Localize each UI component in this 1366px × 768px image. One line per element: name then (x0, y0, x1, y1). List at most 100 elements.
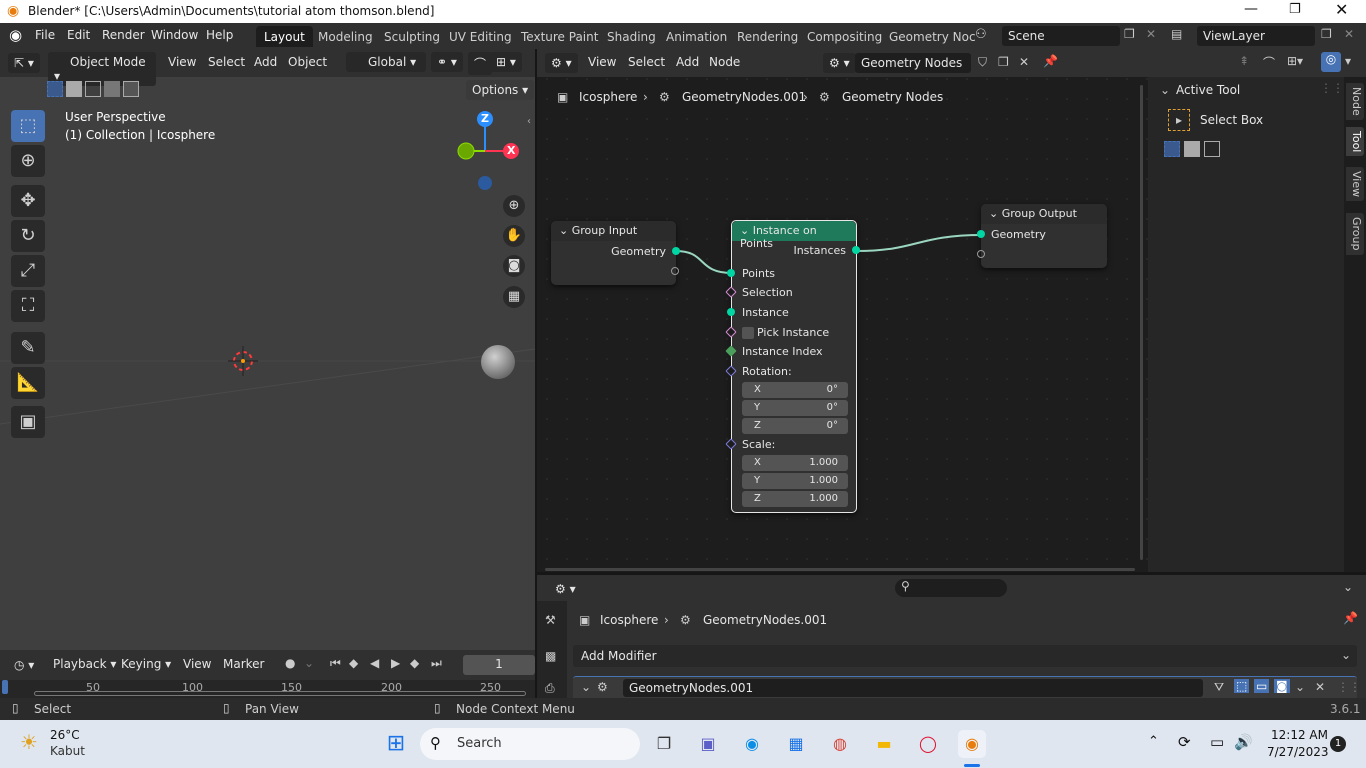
scene-name-field[interactable]: Scene (1002, 26, 1120, 46)
tab-geometry-nodes[interactable]: Geometry Noc (881, 26, 984, 47)
add-modifier-dropdown[interactable]: Add Modifier ⌄ (573, 645, 1357, 667)
tool-rotate[interactable]: ↻ (11, 220, 45, 252)
marker-menu[interactable]: Marker (223, 657, 264, 671)
viewlayer-icon[interactable]: ▤ (1171, 27, 1182, 41)
viewlayer-name-field[interactable]: ViewLayer (1197, 26, 1315, 46)
close-button[interactable]: ✕ (1335, 0, 1348, 19)
points-input-socket[interactable] (727, 269, 735, 277)
instance-input-socket[interactable] (727, 308, 735, 316)
pan-hand-icon[interactable]: ✋ (503, 225, 525, 247)
teams-icon[interactable]: ▣ (694, 730, 722, 758)
properties-search-input[interactable]: ⚲ (895, 579, 1007, 597)
scale-x-field[interactable]: X 1.000 (742, 455, 848, 471)
tool-select-box[interactable]: ⬚ (11, 110, 45, 142)
properties-collapse-icon[interactable]: ⌄ (1343, 580, 1353, 594)
sidebar-select-subtract-icon[interactable] (1204, 141, 1220, 157)
instance-on-points-node[interactable]: ⌄ Instance on Points Instances Points Se… (731, 220, 857, 513)
tool-cursor[interactable]: ⊕ (11, 145, 45, 177)
pivot-dropdown[interactable]: ⚭ ▾ (431, 52, 463, 72)
notification-badge[interactable]: 1 (1330, 736, 1346, 752)
timeline-ruler[interactable]: 50 100 150 200 250 (0, 680, 535, 698)
playback-menu[interactable]: Playback ▾ (53, 657, 116, 671)
blender-taskbar-icon[interactable]: ◉ (958, 730, 986, 758)
icosphere-object[interactable] (480, 344, 516, 380)
group-input-geometry-socket[interactable] (672, 247, 680, 255)
properties-editor-type-button[interactable]: ⚙ ▾ (549, 579, 582, 599)
opera-icon[interactable]: ◯ (914, 730, 942, 758)
current-frame-field[interactable]: 1 (463, 655, 535, 675)
timeline-editor-type-button[interactable]: ◷ ▾ (8, 655, 41, 675)
viewport-menu-add[interactable]: Add (254, 55, 277, 69)
modifier-viewport-icon[interactable]: ▭ (1254, 679, 1270, 693)
edge-icon[interactable]: ◉ (738, 730, 766, 758)
tool-scale[interactable]: ⤢ (11, 255, 45, 287)
weather-icon[interactable]: ☀ (20, 730, 38, 754)
viewport-menu-object[interactable]: Object (288, 55, 327, 69)
output-properties-icon[interactable]: ⎙ (545, 681, 555, 696)
timeline-view-menu[interactable]: View (183, 657, 211, 671)
record-icon[interactable]: ● (285, 656, 295, 670)
options-dropdown[interactable]: Options ▾ (466, 80, 535, 100)
store-icon[interactable]: ▦ (782, 730, 810, 758)
tab-layout[interactable]: Layout (256, 26, 313, 47)
chrome-icon[interactable]: ◍ (826, 730, 854, 758)
zoom-icon[interactable]: ⊕ (503, 195, 525, 217)
modifier-name-field[interactable]: GeometryNodes.001 (623, 679, 1203, 697)
tab-compositing[interactable]: Compositing (799, 26, 890, 47)
menu-render[interactable]: Render (102, 28, 145, 42)
prop-pin-icon[interactable]: 📌 (1343, 611, 1358, 625)
instances-output-socket[interactable] (852, 246, 860, 254)
snap-dropdown[interactable]: ⊞ ▾ (490, 52, 522, 72)
new-scene-icon[interactable]: ❐ (1124, 27, 1135, 41)
delete-viewlayer-icon[interactable]: ✕ (1344, 27, 1354, 41)
group-output-empty-socket[interactable] (977, 250, 985, 258)
blender-menu-icon[interactable]: ◉ (9, 26, 22, 44)
perspective-grid-icon[interactable]: ▦ (503, 286, 525, 308)
maximize-button[interactable]: ❐ (1289, 2, 1301, 17)
tab-animation[interactable]: Animation (658, 26, 735, 47)
camera-icon[interactable]: ◙ (503, 255, 525, 277)
keying-menu[interactable]: Keying ▾ (121, 657, 171, 671)
play-icon[interactable]: ▶ (391, 656, 400, 670)
jump-end-icon[interactable]: ⏭ (431, 656, 442, 671)
modifier-drag-icon[interactable]: ⋮⋮ (1337, 680, 1361, 694)
sync-icon[interactable]: ⟳ (1178, 733, 1191, 751)
sidebar-select-new-icon[interactable] (1164, 141, 1180, 157)
menu-window[interactable]: Window (151, 28, 198, 42)
rotation-y-field[interactable]: Y 0° (742, 400, 848, 416)
playhead[interactable] (2, 680, 8, 694)
tool-properties-icon[interactable]: ⚒ (545, 613, 556, 627)
tab-rendering[interactable]: Rendering (729, 26, 806, 47)
select-invert-icon[interactable] (104, 81, 120, 97)
tab-shading[interactable]: Shading (599, 26, 664, 47)
file-explorer-icon[interactable]: ▬ (870, 730, 898, 758)
clock-time[interactable]: 12:12 AM (1271, 728, 1328, 742)
next-keyframe-icon[interactable]: ◆ (410, 656, 419, 670)
select-new-icon[interactable] (47, 81, 63, 97)
jump-start-icon[interactable]: ⏮ (330, 656, 341, 671)
modifier-cage-icon[interactable]: ⬚ (1234, 679, 1250, 693)
taskbar-search[interactable]: ⚲ Search (420, 728, 640, 760)
modifier-remove-icon[interactable]: ✕ (1315, 680, 1325, 694)
viewport-menu-select[interactable]: Select (208, 55, 245, 69)
modifier-menu-icon[interactable]: ⌄ (1295, 680, 1305, 694)
tab-uv-editing[interactable]: UV Editing (441, 26, 520, 47)
viewport-menu-view[interactable]: View (168, 55, 196, 69)
tab-sculpting[interactable]: Sculpting (376, 26, 448, 47)
node-editor-hscrollbar[interactable] (545, 568, 1135, 571)
weather-desc[interactable]: Kabut (50, 744, 85, 758)
weather-temp[interactable]: 26°C (50, 728, 80, 742)
sidebar-select-extend-icon[interactable] (1184, 141, 1200, 157)
delete-scene-icon[interactable]: ✕ (1146, 27, 1156, 41)
editor-type-button[interactable]: ⇱ ▾ (8, 53, 40, 73)
timeline-scrollbar[interactable] (34, 691, 526, 696)
scene-selector-icon[interactable]: ⚇ (975, 27, 987, 42)
tool-transform[interactable]: ⛶ (11, 290, 45, 322)
play-reverse-icon[interactable]: ◀ (370, 656, 379, 670)
clock-date[interactable]: 7/27/2023 (1267, 745, 1329, 759)
rotation-x-field[interactable]: X 0° (742, 382, 848, 398)
tool-move[interactable]: ✥ (11, 185, 45, 217)
start-button[interactable]: ⊞ (382, 730, 410, 758)
prev-keyframe-icon[interactable]: ◆ (349, 656, 358, 670)
group-input-empty-socket[interactable] (671, 267, 679, 275)
